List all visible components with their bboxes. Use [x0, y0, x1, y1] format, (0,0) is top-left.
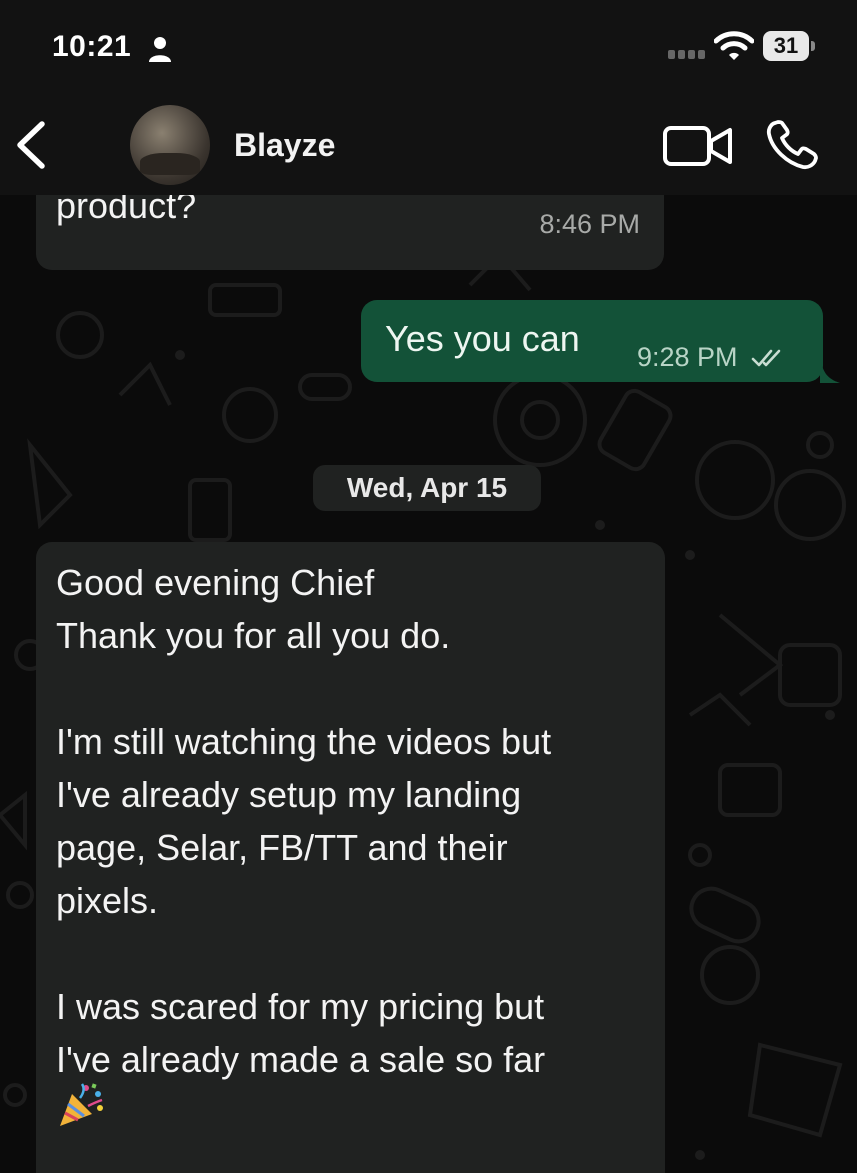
status-time: 10:21 — [52, 30, 132, 63]
message-line: page, Selar, FB/TT and their — [56, 827, 508, 868]
message-bubble-incoming-long[interactable]: Good evening Chief Thank you for all you… — [36, 542, 665, 1173]
message-meta: 9:28 PM — [637, 342, 787, 373]
date-separator: Wed, Apr 15 — [313, 465, 541, 511]
chat-header: Blayze — [0, 95, 857, 195]
video-call-icon[interactable] — [662, 123, 734, 169]
message-line: Thank you for all you do. — [56, 615, 451, 656]
message-time: 9:28 PM — [637, 342, 738, 372]
person-icon — [149, 37, 171, 62]
message-line: I'm still watching the videos but — [56, 721, 552, 762]
message-bubble-incoming[interactable]: product? 8:46 PM — [36, 195, 664, 270]
message-line: Good evening Chief — [56, 562, 375, 603]
status-bar: 10:21 31 — [0, 0, 857, 95]
battery-tip — [811, 41, 815, 51]
signal-icon — [668, 50, 705, 59]
message-line: I've already made a sale so far — [56, 1039, 546, 1080]
wifi-icon — [714, 31, 754, 60]
read-double-check-icon — [751, 349, 781, 367]
contact-name[interactable]: Blayze — [234, 127, 335, 164]
party-popper-icon — [60, 1083, 103, 1126]
avatar[interactable] — [130, 105, 210, 185]
message-line: I've already setup my landing — [56, 774, 522, 815]
battery-level: 31 — [763, 31, 809, 61]
chat-area[interactable]: product? 8:46 PM Yes you can 9:28 PM Wed… — [0, 195, 857, 1173]
message-line: I was scared for my pricing but — [56, 986, 545, 1027]
back-icon[interactable] — [14, 120, 48, 170]
outgoing-bubble-tail — [820, 355, 840, 383]
message-line: pixels. — [56, 880, 159, 921]
phone-icon[interactable] — [765, 119, 821, 171]
message-text: Yes you can — [385, 318, 580, 359]
battery-icon: 31 — [763, 31, 815, 61]
message-text: product? — [56, 195, 197, 226]
message-bubble-outgoing[interactable]: Yes you can 9:28 PM — [361, 300, 823, 382]
message-time: 8:46 PM — [539, 209, 640, 239]
